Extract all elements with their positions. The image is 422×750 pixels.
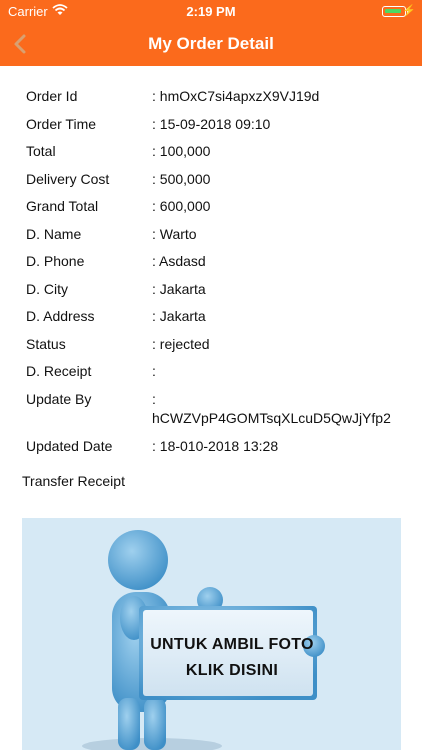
transfer-receipt-label: Transfer Receipt bbox=[22, 473, 125, 489]
receipt-image-caption-line2: KLIK DISINI bbox=[185, 662, 279, 679]
detail-label: Order Time bbox=[26, 115, 97, 132]
detail-value: : hCWZVpP4GOMTsqXLcuD5QwJjYfp2 bbox=[152, 390, 406, 429]
detail-value-line1: : bbox=[152, 390, 156, 407]
app-header: Carrier 2:19 PM ⚡ My Order Detail bbox=[0, 0, 422, 66]
status-time: 2:19 PM bbox=[186, 4, 236, 19]
detail-value-line2: hCWZVpP4GOMTsqXLcuD5QwJjYfp2 bbox=[152, 410, 391, 426]
detail-label: Status bbox=[26, 335, 66, 352]
detail-label: Update By bbox=[26, 390, 92, 407]
receipt-image-caption-line1: UNTUK AMBIL FOTO bbox=[150, 636, 314, 653]
detail-row-status: Status : rejected bbox=[26, 335, 406, 355]
detail-row-d-receipt: D. Receipt : bbox=[26, 362, 406, 382]
detail-label: Delivery Cost bbox=[26, 170, 110, 187]
detail-label: D. Address bbox=[26, 308, 95, 324]
detail-value: : Warto bbox=[152, 225, 197, 242]
detail-row-order-time: Order Time : 15-09-2018 09:10 bbox=[26, 115, 406, 135]
detail-label: Updated Date bbox=[26, 437, 113, 454]
detail-value: : 600,000 bbox=[152, 198, 211, 214]
detail-label: Total bbox=[26, 143, 56, 159]
detail-value: : hmOxC7si4apxzX9VJ19d bbox=[152, 88, 320, 104]
detail-label: D. Phone bbox=[26, 253, 85, 269]
detail-value: : 18-010-2018 13:28 bbox=[152, 437, 279, 454]
detail-value: : bbox=[152, 363, 156, 379]
status-bar: Carrier 2:19 PM ⚡ bbox=[0, 0, 422, 22]
detail-value: : Jakarta bbox=[152, 280, 206, 297]
detail-row-d-name: D. Name : Warto bbox=[26, 225, 406, 245]
detail-row-d-address: D. Address : Jakarta bbox=[26, 307, 406, 327]
nav-bar: My Order Detail bbox=[0, 22, 422, 66]
detail-value: : rejected bbox=[152, 335, 210, 352]
receipt-image-caption: UNTUK AMBIL FOTO KLIK DISINI bbox=[140, 632, 324, 684]
detail-value: : 100,000 bbox=[152, 143, 211, 159]
detail-row-total: Total : 100,000 bbox=[26, 142, 406, 162]
detail-value: : Jakarta bbox=[152, 308, 206, 324]
detail-label: D. City bbox=[26, 280, 68, 297]
detail-value: : 15-09-2018 09:10 bbox=[152, 115, 271, 132]
detail-row-d-city: D. City : Jakarta bbox=[26, 280, 406, 300]
detail-label: Grand Total bbox=[26, 198, 99, 214]
detail-value: : Asdasd bbox=[152, 253, 206, 269]
transfer-receipt-image-button[interactable]: UNTUK AMBIL FOTO KLIK DISINI bbox=[22, 518, 401, 750]
detail-row-updated-date: Updated Date : 18-010-2018 13:28 bbox=[26, 437, 406, 457]
detail-label: D. Name bbox=[26, 225, 82, 242]
detail-row-update-by: Update By : hCWZVpP4GOMTsqXLcuD5QwJjYfp2 bbox=[26, 390, 406, 429]
charging-icon: ⚡ bbox=[402, 5, 416, 17]
detail-row-d-phone: D. Phone : Asdasd bbox=[26, 252, 406, 272]
order-details: Order Id : hmOxC7si4apxzX9VJ19d Order Ti… bbox=[26, 87, 406, 464]
page-title: My Order Detail bbox=[148, 34, 274, 53]
detail-row-delivery-cost: Delivery Cost : 500,000 bbox=[26, 170, 406, 190]
detail-value: : 500,000 bbox=[152, 170, 211, 187]
detail-row-order-id: Order Id : hmOxC7si4apxzX9VJ19d bbox=[26, 87, 406, 107]
detail-label: D. Receipt bbox=[26, 363, 92, 379]
detail-label: Order Id bbox=[26, 88, 78, 104]
detail-row-grand-total: Grand Total : 600,000 bbox=[26, 197, 406, 217]
